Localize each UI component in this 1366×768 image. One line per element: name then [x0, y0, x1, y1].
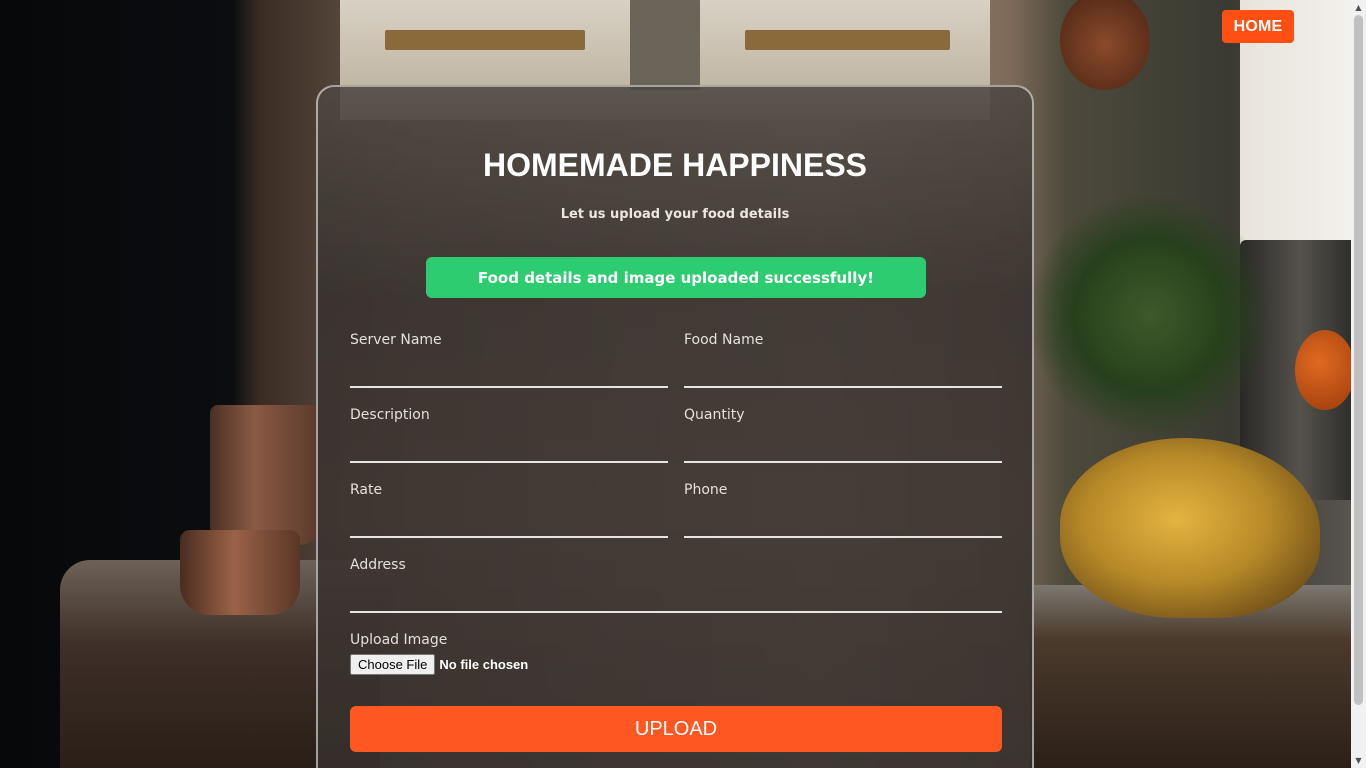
- home-button[interactable]: HOME: [1222, 10, 1294, 43]
- quantity-input[interactable]: [684, 433, 1002, 463]
- food-name-group: Food Name: [684, 332, 1002, 388]
- background-shelf: [745, 30, 950, 50]
- scrollbar-thumb[interactable]: [1354, 15, 1363, 705]
- success-alert: Food details and image uploaded successf…: [426, 257, 926, 298]
- phone-label: Phone: [684, 482, 728, 498]
- rate-group: Rate: [350, 482, 668, 538]
- food-name-label: Food Name: [684, 332, 764, 348]
- server-name-input[interactable]: [350, 358, 668, 388]
- server-name-label: Server Name: [350, 332, 442, 348]
- description-group: Description: [350, 407, 668, 463]
- scroll-down-arrow-icon[interactable]: ▼: [1351, 753, 1366, 768]
- background-durian: [1060, 438, 1320, 618]
- address-input[interactable]: [350, 583, 1002, 613]
- phone-input[interactable]: [684, 508, 1002, 538]
- upload-button[interactable]: UPLOAD: [350, 706, 1002, 752]
- server-name-group: Server Name: [350, 332, 668, 388]
- description-label: Description: [350, 407, 430, 423]
- phone-group: Phone: [684, 482, 1002, 538]
- background-fruit: [1295, 330, 1355, 410]
- rate-label: Rate: [350, 482, 383, 498]
- file-status-text: No file chosen: [439, 657, 529, 672]
- page: HOME HOMEMADE HAPPINESS Let us upload yo…: [0, 0, 1366, 768]
- quantity-label: Quantity: [684, 407, 745, 423]
- background-pot: [210, 405, 320, 545]
- vertical-scrollbar[interactable]: ▲ ▼: [1351, 0, 1366, 768]
- address-group: Address: [350, 557, 1002, 613]
- choose-file-button[interactable]: Choose File: [350, 654, 436, 675]
- file-input: Choose File No file chosen: [350, 654, 528, 675]
- scroll-up-arrow-icon[interactable]: ▲: [1351, 0, 1366, 15]
- background-plant: [1030, 195, 1270, 435]
- page-subtitle: Let us upload your food details: [560, 207, 790, 222]
- page-title: HOMEMADE HAPPINESS: [482, 147, 868, 183]
- background-pan: [1060, 0, 1150, 90]
- address-label: Address: [350, 557, 406, 573]
- upload-form-card: HOMEMADE HAPPINESS Let us upload your fo…: [316, 85, 1034, 768]
- quantity-group: Quantity: [684, 407, 1002, 463]
- background-cup: [180, 530, 300, 615]
- upload-image-label: Upload Image: [350, 632, 448, 648]
- background-hanging-item: [630, 0, 700, 90]
- food-name-input[interactable]: [684, 358, 1002, 388]
- description-input[interactable]: [350, 433, 668, 463]
- rate-input[interactable]: [350, 508, 668, 538]
- background-shelf: [385, 30, 585, 50]
